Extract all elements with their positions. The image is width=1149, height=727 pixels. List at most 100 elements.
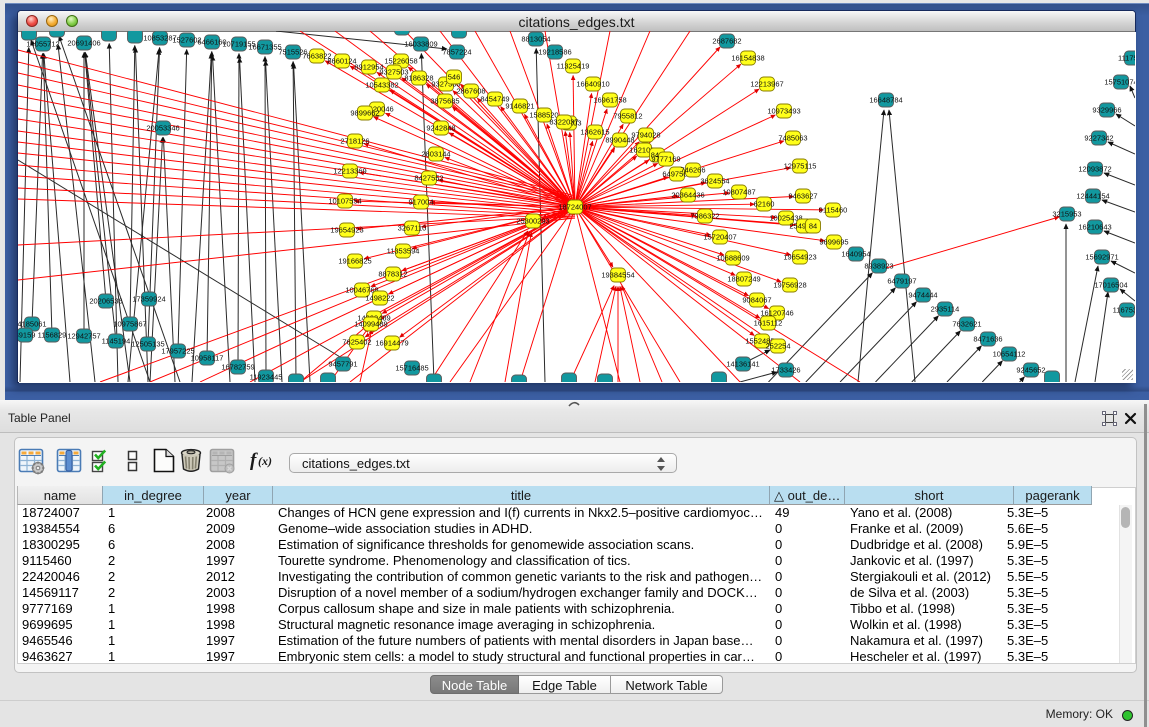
svg-text:19166825: 19166825 [338, 257, 371, 266]
svg-text:1640954: 1640954 [841, 250, 870, 259]
svg-text:1117534: 1117534 [1118, 54, 1135, 63]
svg-text:17359924: 17359924 [132, 295, 165, 304]
svg-text:10807487: 10807487 [722, 188, 755, 197]
svg-text:16961758: 16961758 [593, 96, 626, 105]
svg-text:9084067: 9084067 [742, 296, 771, 305]
svg-text:1167533: 1167533 [1113, 306, 1135, 315]
svg-text:14136141: 14136141 [726, 360, 759, 369]
svg-text:15751074: 15751074 [1104, 78, 1135, 87]
svg-text:18724007: 18724007 [558, 203, 591, 212]
svg-text:19654923: 19654923 [330, 226, 363, 235]
svg-text:7857224: 7857224 [442, 48, 471, 57]
svg-text:3267110: 3267110 [398, 224, 427, 233]
svg-text:9457791: 9457791 [328, 360, 357, 369]
svg-text:20691406: 20691406 [67, 39, 100, 48]
svg-text:3624554: 3624554 [700, 177, 729, 186]
svg-text:12093872: 12093872 [1078, 165, 1111, 174]
svg-text:12505135: 12505135 [131, 340, 164, 349]
svg-text:917004: 917004 [408, 198, 433, 207]
svg-text:1498222: 1498222 [365, 294, 394, 303]
svg-text:9463627: 9463627 [788, 192, 817, 201]
svg-text:10543382: 10543382 [365, 81, 398, 90]
svg-text:8427552: 8427552 [414, 174, 443, 183]
svg-text:546: 546 [448, 73, 461, 82]
svg-text:9115460: 9115460 [819, 206, 848, 215]
svg-text:14055712: 14055712 [26, 40, 59, 49]
svg-text:62160: 62160 [754, 200, 775, 209]
svg-text:16154838: 16154838 [731, 54, 764, 63]
svg-text:10654112: 10654112 [993, 350, 1026, 359]
svg-text:9227342: 9227342 [1084, 134, 1113, 143]
svg-text:17016504: 17016504 [1094, 281, 1127, 290]
svg-text:18807249: 18807249 [727, 275, 760, 284]
svg-text:8322037: 8322037 [549, 118, 578, 127]
svg-text:9794028: 9794028 [631, 131, 660, 140]
svg-text:9777169: 9777169 [651, 155, 680, 164]
svg-text:3875685: 3875685 [430, 97, 459, 106]
svg-text:9699695: 9699695 [819, 238, 848, 247]
svg-text:11353594: 11353594 [387, 247, 420, 256]
svg-text:15226058: 15226058 [384, 57, 417, 66]
svg-text:10973493: 10973493 [767, 107, 800, 116]
svg-text:f: f [250, 450, 258, 471]
svg-text:15720407: 15720407 [703, 233, 736, 242]
svg-text:9899662: 9899662 [350, 109, 379, 118]
svg-text:20206536: 20206536 [89, 297, 122, 306]
svg-text:9474444: 9474444 [908, 291, 937, 300]
svg-text:12444154: 12444154 [1076, 192, 1109, 201]
svg-text:16210643: 16210643 [1078, 223, 1111, 232]
svg-text:2935114: 2935114 [931, 305, 960, 314]
svg-text:8813054: 8813054 [521, 35, 550, 44]
svg-text:8938923: 8938923 [864, 262, 893, 271]
svg-text:16640910: 16640910 [576, 80, 609, 89]
svg-text:7986322: 7986322 [690, 212, 719, 221]
svg-text:10958117: 10958117 [191, 354, 224, 363]
svg-text:1145194: 1145194 [102, 337, 131, 346]
svg-text:16033809: 16033809 [404, 40, 437, 49]
svg-text:9329966: 9329966 [1092, 106, 1121, 115]
svg-text:16914479: 16914479 [375, 339, 408, 348]
svg-text:1156829: 1156829 [38, 331, 67, 340]
svg-text:14099489: 14099489 [354, 320, 387, 329]
svg-text:252254: 252254 [765, 342, 790, 351]
svg-text:(x): (x) [258, 454, 272, 468]
svg-text:16648784: 16648784 [869, 96, 902, 105]
svg-text:746266: 746266 [680, 166, 705, 175]
svg-text:8990448: 8990448 [605, 136, 634, 145]
svg-text:15716485: 15716485 [395, 364, 428, 373]
svg-text:7955812: 7955812 [613, 112, 642, 121]
svg-text:12213369: 12213369 [333, 167, 366, 176]
svg-text:2803144: 2803144 [421, 150, 450, 159]
svg-text:11325419: 11325419 [557, 62, 590, 71]
svg-text:3215953: 3215953 [1052, 210, 1081, 219]
svg-text:1615112: 1615112 [754, 319, 783, 328]
svg-text:1733426: 1733426 [771, 366, 800, 375]
svg-text:9242848: 9242848 [426, 124, 455, 133]
svg-text:20053346: 20053346 [146, 124, 179, 133]
svg-text:7625402: 7625402 [342, 338, 371, 347]
svg-text:8186328: 8186328 [404, 74, 433, 83]
svg-text:2718126: 2718126 [340, 137, 369, 146]
svg-text:9146821: 9146821 [505, 102, 534, 111]
svg-text:12975115: 12975115 [784, 162, 817, 171]
svg-text:16782759: 16782759 [221, 363, 254, 372]
svg-text:6479197: 6479197 [887, 277, 916, 286]
svg-text:84: 84 [809, 222, 817, 231]
svg-text:9245652: 9245652 [1016, 366, 1045, 375]
svg-text:39159: 39159 [18, 331, 35, 340]
svg-text:11923445: 11923445 [250, 373, 283, 382]
svg-text:7632621: 7632621 [952, 320, 981, 329]
svg-text:25300293: 25300293 [516, 217, 549, 226]
svg-text:12942757: 12942757 [67, 332, 100, 341]
svg-text:8878312: 8878312 [378, 270, 407, 279]
svg-text:10688609: 10688609 [716, 254, 749, 263]
svg-text:8660124: 8660124 [327, 57, 356, 66]
svg-text:10107554: 10107554 [328, 197, 361, 206]
svg-text:19218586: 19218586 [538, 48, 571, 57]
svg-text:12213967: 12213967 [750, 80, 783, 89]
svg-text:20364436: 20364436 [671, 191, 704, 200]
svg-text:8471636: 8471636 [973, 335, 1002, 344]
svg-text:15692971: 15692971 [1085, 253, 1118, 262]
svg-text:10975867: 10975867 [113, 320, 146, 329]
svg-text:19384554: 19384554 [601, 271, 634, 280]
